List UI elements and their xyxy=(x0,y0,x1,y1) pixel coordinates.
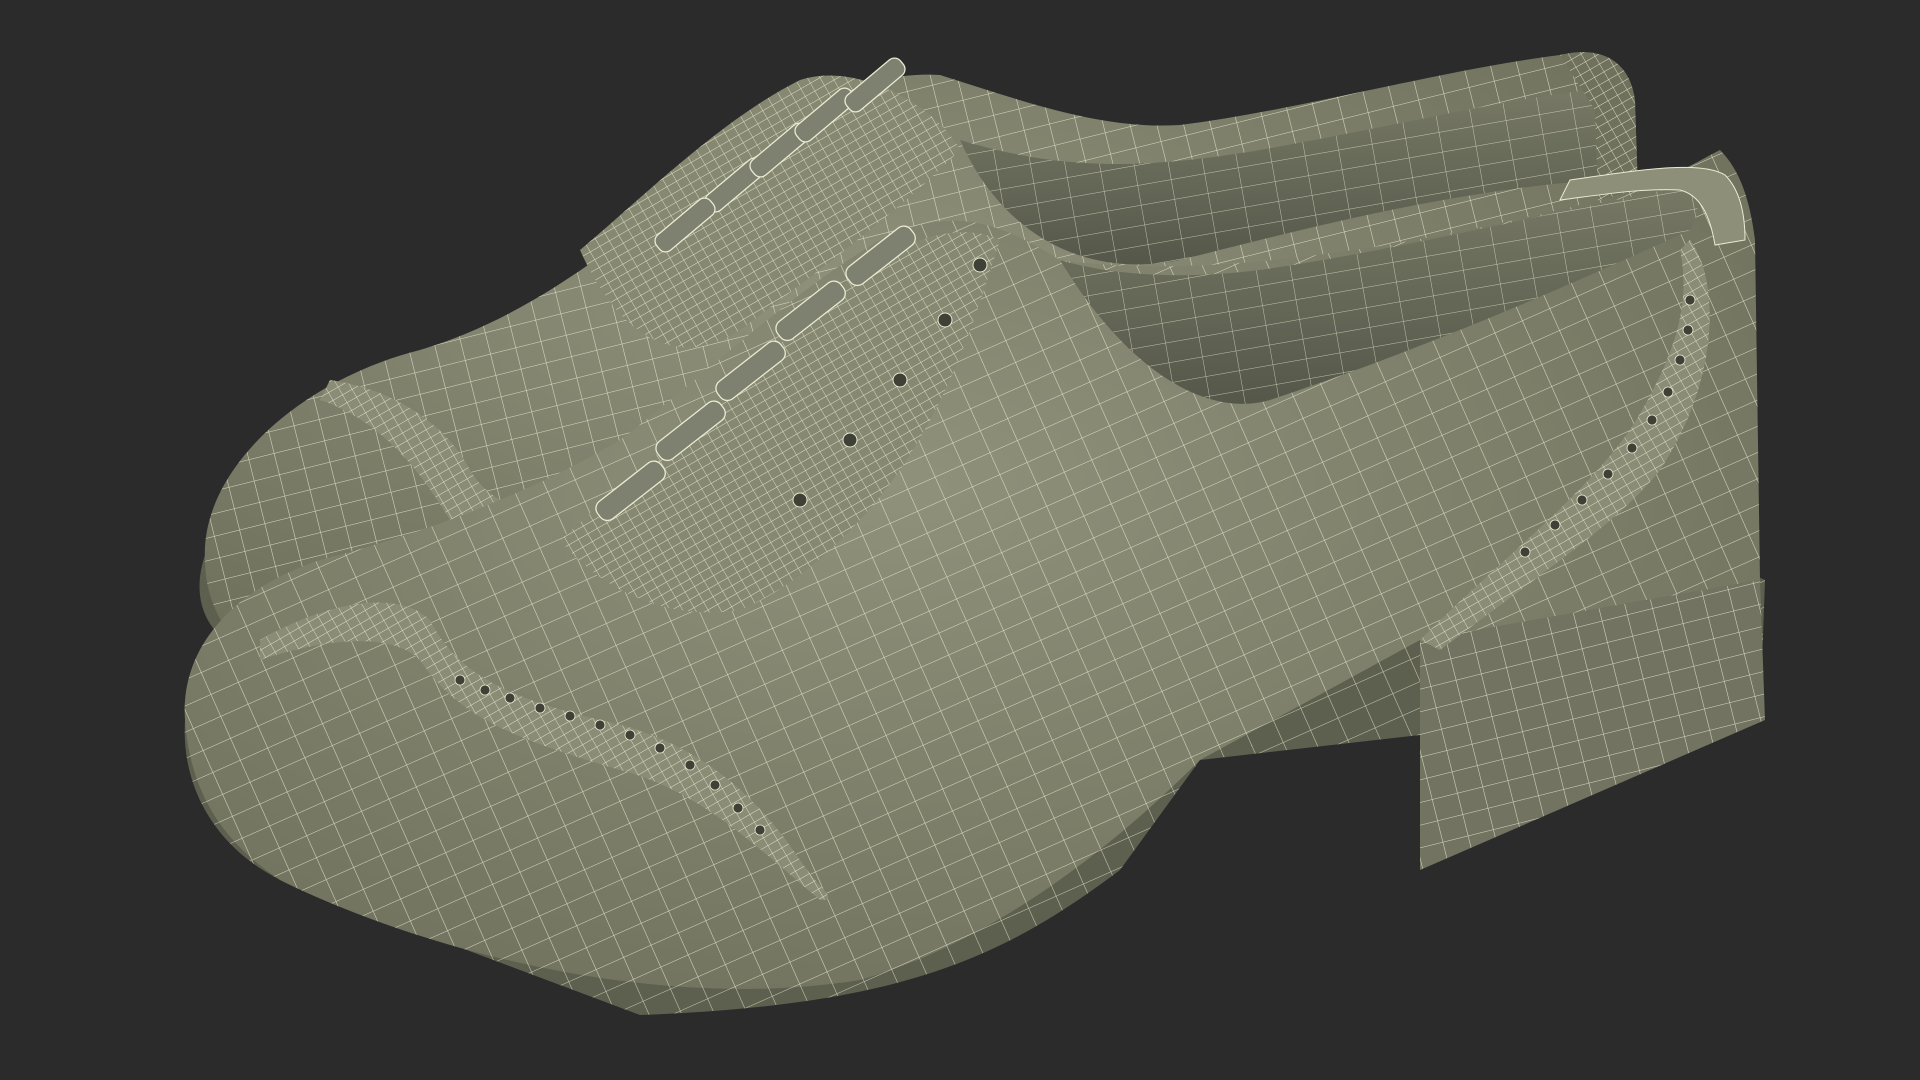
render-viewport xyxy=(0,0,1920,1080)
front-shoe xyxy=(184,150,1765,1015)
shoe-pair-render xyxy=(184,52,1765,1015)
